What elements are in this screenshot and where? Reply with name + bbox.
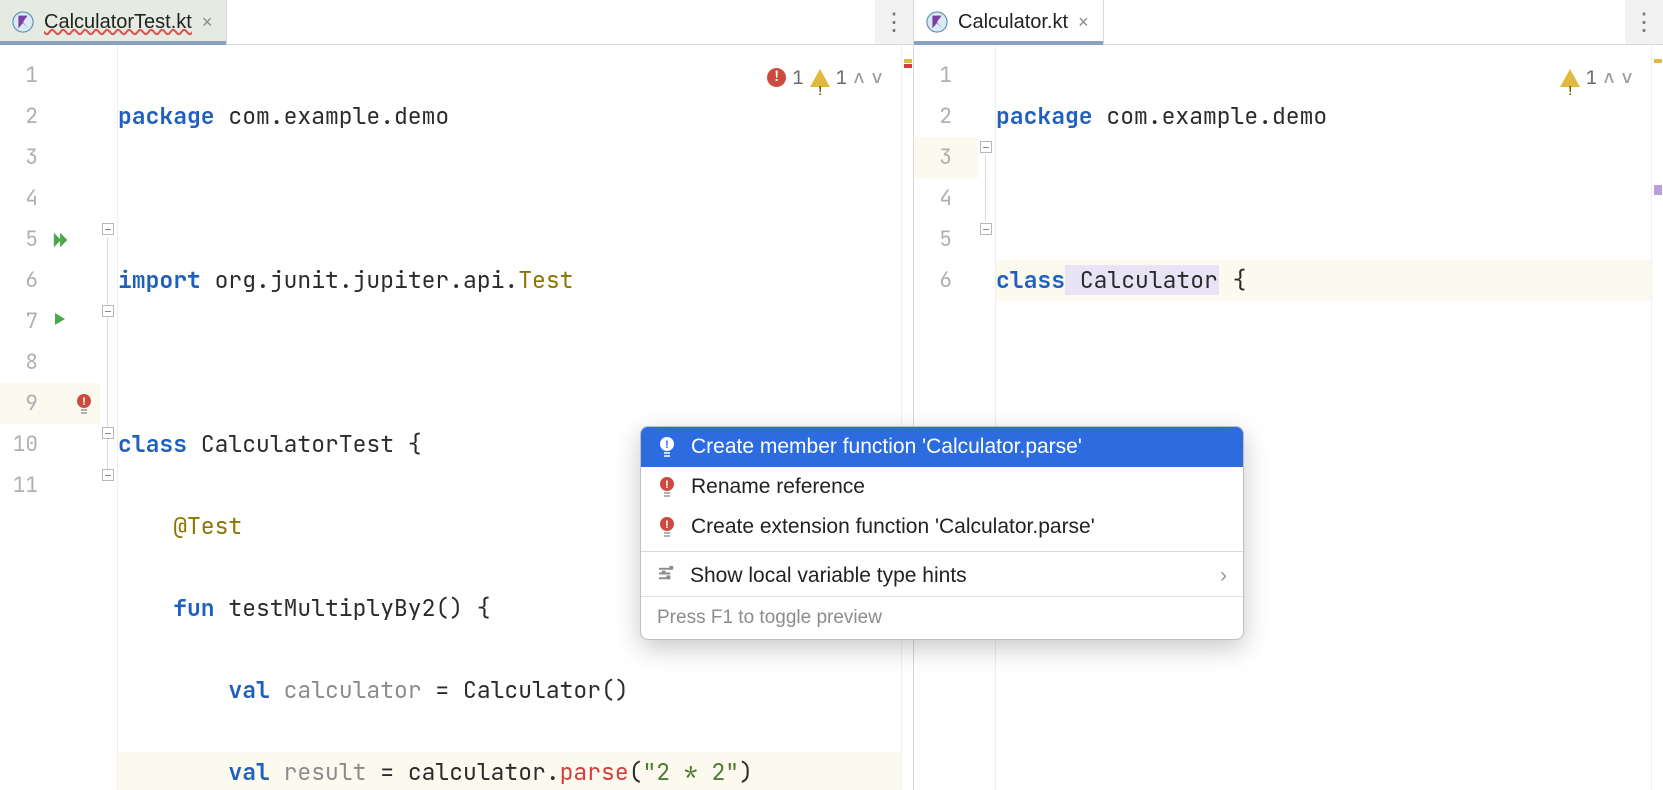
intention-item-create-extension[interactable]: ! Create extension function 'Calculator.… bbox=[641, 507, 1243, 547]
kotlin-file-icon bbox=[12, 11, 34, 33]
fold-rail-left bbox=[100, 45, 118, 790]
stripe-error-icon[interactable] bbox=[904, 64, 912, 68]
tab-calculator[interactable]: Calculator.kt × bbox=[914, 0, 1104, 44]
inspection-indicators[interactable]: ! 1 1 ∧ ∨ bbox=[767, 57, 883, 98]
prev-highlight-icon[interactable]: ∧ bbox=[1603, 57, 1615, 98]
line-number: 6 bbox=[0, 267, 46, 294]
warning-count: 1 bbox=[1586, 57, 1597, 98]
stripe-warning-icon[interactable] bbox=[1654, 59, 1662, 63]
run-class-icon[interactable] bbox=[52, 231, 70, 249]
quickfix-bulb-icon: ! bbox=[657, 436, 677, 458]
tab-more-icon[interactable]: ⋮ bbox=[875, 0, 913, 44]
editor-pane-left: CalculatorTest.kt × ⋮ 1 2 3 4 5 6 7 bbox=[0, 0, 914, 790]
intention-label: Show local variable type hints bbox=[690, 564, 967, 588]
svg-text:!: ! bbox=[665, 479, 669, 491]
svg-text:!: ! bbox=[665, 519, 669, 531]
line-number: 5 bbox=[0, 226, 46, 253]
code-area-right[interactable]: package com.example.demo class Calculato… bbox=[996, 45, 1651, 790]
line-number: 8 bbox=[0, 349, 46, 376]
quickfix-bulb-icon: ! bbox=[657, 476, 677, 498]
kotlin-file-icon bbox=[926, 11, 948, 33]
line-number: 4 bbox=[914, 185, 960, 212]
stripe-caret-icon[interactable] bbox=[1654, 185, 1662, 195]
run-test-icon[interactable] bbox=[52, 311, 68, 332]
intention-item-create-member[interactable]: ! Create member function 'Calculator.par… bbox=[641, 427, 1243, 467]
submenu-arrow-icon: › bbox=[1220, 564, 1227, 588]
tab-bar-right: Calculator.kt × ⋮ bbox=[914, 0, 1663, 45]
line-number: 2 bbox=[0, 103, 46, 130]
fold-line bbox=[107, 237, 108, 477]
code-area-left[interactable]: package com.example.demo import org.juni… bbox=[118, 45, 901, 790]
fold-handle-icon[interactable] bbox=[102, 305, 114, 317]
editor-body-right: 1 2 3 4 5 6 package com.example.demo cla… bbox=[914, 45, 1663, 790]
next-highlight-icon[interactable]: ∨ bbox=[871, 57, 883, 98]
close-icon[interactable]: × bbox=[202, 12, 213, 33]
warning-badge-icon bbox=[1560, 69, 1580, 87]
editor-pane-right: Calculator.kt × ⋮ 1 2 3 4 5 6 package co… bbox=[914, 0, 1663, 790]
tab-spacer bbox=[227, 0, 875, 44]
line-number: 6 bbox=[914, 267, 960, 294]
tab-spacer bbox=[1104, 0, 1625, 44]
svg-text:!: ! bbox=[665, 439, 669, 451]
intention-label: Create member function 'Calculator.parse… bbox=[691, 435, 1082, 459]
fold-rail-right bbox=[978, 45, 996, 790]
prev-highlight-icon[interactable]: ∧ bbox=[853, 57, 865, 98]
error-count: 1 bbox=[792, 57, 803, 98]
intention-bulb-icon[interactable]: ! bbox=[74, 393, 94, 415]
line-number: 3 bbox=[0, 144, 46, 171]
fold-handle-icon[interactable] bbox=[980, 141, 992, 153]
popup-footer: Press F1 to toggle preview bbox=[641, 596, 1243, 639]
line-number: 1 bbox=[0, 62, 46, 89]
tab-label: CalculatorTest.kt bbox=[44, 11, 192, 34]
gutter-right: 1 2 3 4 5 6 bbox=[914, 45, 978, 790]
tab-more-icon[interactable]: ⋮ bbox=[1625, 0, 1663, 44]
svg-text:!: ! bbox=[82, 396, 86, 408]
intention-label: Create extension function 'Calculator.pa… bbox=[691, 515, 1095, 539]
fold-handle-icon[interactable] bbox=[102, 427, 114, 439]
close-icon[interactable]: × bbox=[1078, 12, 1089, 33]
line-number: 5 bbox=[914, 226, 960, 253]
warning-badge-icon bbox=[810, 69, 830, 87]
fold-line bbox=[985, 155, 986, 221]
intention-label: Rename reference bbox=[691, 475, 865, 499]
popup-separator bbox=[641, 551, 1243, 552]
line-number: 1 bbox=[914, 62, 960, 89]
line-number: 11 bbox=[0, 472, 46, 499]
line-number: 4 bbox=[0, 185, 46, 212]
tab-bar-left: CalculatorTest.kt × ⋮ bbox=[0, 0, 913, 45]
error-stripe-left[interactable] bbox=[901, 45, 913, 790]
quickfix-bulb-icon: ! bbox=[657, 516, 677, 538]
fold-handle-icon[interactable] bbox=[102, 469, 114, 481]
inspection-indicators[interactable]: 1 ∧ ∨ bbox=[1560, 57, 1633, 98]
intention-item-show-hints[interactable]: Show local variable type hints › bbox=[641, 556, 1243, 596]
warning-count: 1 bbox=[836, 57, 847, 98]
error-badge-icon: ! bbox=[767, 68, 786, 87]
line-number: 2 bbox=[914, 103, 960, 130]
tab-calculator-test[interactable]: CalculatorTest.kt × bbox=[0, 0, 227, 44]
intention-item-rename[interactable]: ! Rename reference bbox=[641, 467, 1243, 507]
tab-label: Calculator.kt bbox=[958, 11, 1068, 34]
fold-handle-icon[interactable] bbox=[980, 223, 992, 235]
settings-icon bbox=[657, 564, 676, 589]
stripe-warning-icon[interactable] bbox=[904, 59, 912, 63]
error-stripe-right[interactable] bbox=[1651, 45, 1663, 790]
editor-body-left: 1 2 3 4 5 6 7 8 9 bbox=[0, 45, 913, 790]
line-number: 7 bbox=[0, 308, 46, 335]
line-number: 3 bbox=[914, 144, 960, 171]
gutter-left: 1 2 3 4 5 6 7 8 9 bbox=[0, 45, 100, 790]
fold-handle-icon[interactable] bbox=[102, 223, 114, 235]
line-number: 10 bbox=[0, 431, 46, 458]
line-number: 9 bbox=[0, 390, 46, 417]
intention-popup: ! Create member function 'Calculator.par… bbox=[640, 426, 1244, 640]
next-highlight-icon[interactable]: ∨ bbox=[1621, 57, 1633, 98]
